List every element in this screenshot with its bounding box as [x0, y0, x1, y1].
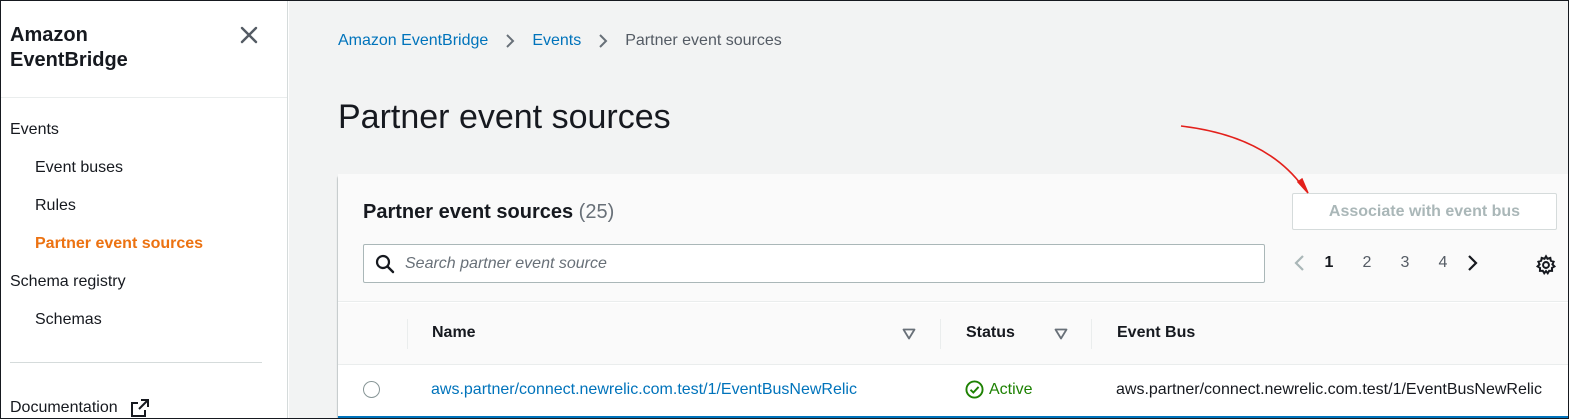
- status-badge: Active: [965, 380, 1033, 399]
- sidebar-divider: [10, 362, 262, 363]
- sidebar: Amazon EventBridge Events Event buses Ru…: [1, 1, 288, 418]
- page-title: Partner event sources: [338, 98, 671, 136]
- breadcrumb: Amazon EventBridge Events Partner event …: [338, 32, 782, 50]
- sidebar-item-rules[interactable]: Rules: [35, 196, 76, 216]
- column-header-status[interactable]: Status: [966, 324, 1015, 342]
- column-divider: [407, 319, 408, 349]
- sidebar-item-schemas[interactable]: Schemas: [35, 310, 102, 330]
- event-source-name-link[interactable]: aws.partner/connect.newrelic.com.test/1/…: [431, 381, 857, 399]
- status-text: Active: [989, 380, 1033, 398]
- partner-event-sources-panel: Partner event sources (25) Associate wit…: [338, 174, 1568, 418]
- page-2-button[interactable]: 2: [1348, 254, 1386, 272]
- panel-title-text: Partner event sources: [363, 201, 574, 223]
- page-3-button[interactable]: 3: [1386, 254, 1424, 272]
- chevron-left-icon[interactable]: [1290, 253, 1310, 273]
- main-content: Amazon EventBridge Events Partner event …: [289, 1, 1568, 418]
- breadcrumb-current: Partner event sources: [625, 32, 782, 49]
- sidebar-item-event-buses[interactable]: Event buses: [35, 158, 123, 178]
- column-header-event-bus[interactable]: Event Bus: [1117, 324, 1195, 342]
- sort-down-icon[interactable]: [1054, 328, 1068, 340]
- app-frame: Amazon EventBridge Events Event buses Ru…: [0, 0, 1569, 419]
- row-select-radio[interactable]: [363, 381, 380, 398]
- table-header: Name Status Event Bus: [338, 303, 1568, 365]
- sidebar-title: Amazon EventBridge: [10, 24, 128, 71]
- column-divider: [940, 319, 941, 349]
- chevron-right-icon[interactable]: [1462, 253, 1482, 273]
- documentation-label: Documentation: [10, 399, 118, 416]
- panel-title: Partner event sources (25): [363, 201, 614, 224]
- breadcrumb-link-eventbridge[interactable]: Amazon EventBridge: [338, 32, 488, 50]
- panel-header: Partner event sources (25) Associate wit…: [338, 174, 1568, 302]
- associate-with-event-bus-button[interactable]: Associate with event bus: [1292, 193, 1557, 230]
- page-4-button[interactable]: 4: [1424, 254, 1462, 272]
- search-icon: [375, 254, 395, 273]
- sidebar-header: Amazon EventBridge: [1, 1, 287, 98]
- pagination: 1 2 3 4: [1290, 253, 1482, 273]
- column-divider: [1091, 319, 1092, 349]
- close-icon[interactable]: [237, 23, 261, 47]
- column-header-name[interactable]: Name: [432, 324, 476, 342]
- event-bus-cell: aws.partner/connect.newrelic.com.test/1/…: [1116, 381, 1542, 398]
- panel-count: (25): [578, 201, 615, 223]
- external-link-icon: [130, 399, 149, 417]
- breadcrumb-link-events[interactable]: Events: [532, 32, 581, 50]
- sidebar-item-schema-registry[interactable]: Schema registry: [10, 272, 126, 292]
- table-row[interactable]: aws.partner/connect.newrelic.com.test/1/…: [338, 366, 1568, 416]
- sidebar-item-partner-event-sources[interactable]: Partner event sources: [35, 234, 203, 254]
- sidebar-item-events[interactable]: Events: [10, 120, 59, 140]
- sort-down-icon[interactable]: [902, 328, 916, 340]
- chevron-right-icon: [599, 34, 608, 48]
- search-input[interactable]: [405, 254, 1245, 273]
- row-selection-border: [338, 416, 1568, 418]
- check-circle-icon: [965, 380, 984, 399]
- search-field[interactable]: [363, 244, 1265, 283]
- chevron-right-icon: [506, 34, 515, 48]
- page-1-button[interactable]: 1: [1310, 254, 1348, 272]
- documentation-link[interactable]: Documentation: [10, 398, 150, 418]
- gear-icon[interactable]: [1535, 254, 1557, 276]
